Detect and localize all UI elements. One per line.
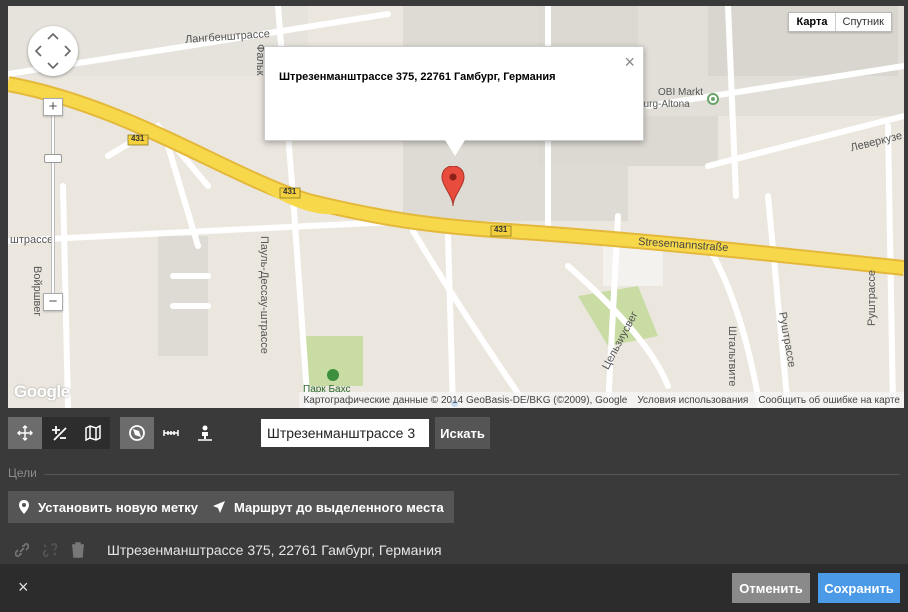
address-search-input[interactable] — [261, 419, 429, 447]
map-attribution: Картографические данные © 2014 GeoBasis-… — [299, 392, 904, 408]
navigation-arrow-icon — [213, 501, 225, 513]
compass-icon — [129, 425, 145, 441]
goals-divider — [44, 474, 900, 475]
unlink-icon — [42, 542, 58, 558]
tool-geolocate-button[interactable] — [120, 417, 154, 449]
info-window: Штрезенманштрассе 375, 22761 Гамбург, Ге… — [264, 46, 644, 156]
set-marker-label: Установить новую метку — [38, 499, 199, 515]
zoom-out-button[interactable]: − — [43, 293, 63, 311]
close-dialog-icon[interactable]: × — [18, 577, 29, 598]
move-arrows-icon — [17, 425, 33, 441]
attribution-data: Картографические данные © 2014 GeoBasis-… — [303, 394, 628, 406]
goals-section-label: Цели — [8, 466, 37, 480]
report-error-link[interactable]: Сообщить об ошибке на карте — [758, 395, 900, 406]
poi-label-obi-2: burg-Altona — [638, 99, 690, 110]
street-label-woyrsch: Войршвег — [31, 266, 43, 317]
zoom-in-button[interactable]: + — [43, 98, 63, 116]
pan-control[interactable] — [28, 26, 78, 76]
search-button[interactable]: Искать — [435, 417, 490, 449]
result-link-button[interactable] — [8, 542, 36, 558]
result-unlink-button[interactable] — [36, 542, 64, 558]
dialog-footer: × Отменить Сохранить — [0, 564, 908, 612]
google-logo: Google — [14, 382, 70, 401]
street-label-ruhr2: Руштрассе — [866, 269, 878, 326]
map-type-map-button[interactable]: Карта — [789, 13, 836, 31]
map-type-toggle: Карта Спутник — [788, 12, 892, 32]
street-label-strasse-left: штрассе — [10, 234, 54, 246]
map-type-satellite-button[interactable]: Спутник — [836, 13, 891, 31]
result-row: Штрезенманштрассе 375, 22761 Гамбург, Ге… — [8, 536, 442, 564]
pan-arrows-icon — [34, 32, 72, 70]
ruler-icon — [163, 430, 179, 436]
info-window-tail — [445, 140, 465, 156]
zoom-slider-handle[interactable] — [44, 154, 62, 163]
cancel-button[interactable]: Отменить — [732, 573, 810, 603]
tool-streetview-button[interactable] — [188, 417, 222, 449]
map-marker-pin-icon[interactable] — [441, 166, 465, 206]
route-label: Маршрут до выделенного места — [234, 499, 444, 515]
map-fold-icon — [85, 424, 101, 442]
tool-map-layer-button[interactable] — [76, 417, 110, 449]
info-window-address: Штрезенманштрассе 375, 22761 Гамбург, Ге… — [279, 71, 556, 83]
tool-measure-button[interactable] — [154, 417, 188, 449]
street-label-stahl: Штальтвите — [726, 326, 738, 387]
poi-label-obi: OBI Markt — [658, 87, 704, 98]
zoom-slider-track[interactable] — [51, 102, 55, 302]
map-view[interactable]: Лангбенштрассе Stresemannstraße 431 431 … — [8, 6, 904, 408]
save-button[interactable]: Сохранить — [818, 573, 900, 603]
road-shield-label-3: 431 — [494, 225, 508, 234]
road-shield-label-2: 431 — [283, 187, 297, 196]
terms-link[interactable]: Условия использования — [637, 395, 748, 406]
tool-pan-button[interactable] — [8, 417, 42, 449]
map-toolbar — [8, 417, 222, 449]
map-pin-icon — [19, 500, 29, 514]
set-marker-button[interactable]: Установить новую метку — [8, 491, 209, 523]
street-label-paul-dessau: Пауль-Дессау-штрассе — [258, 236, 270, 354]
info-window-close-icon[interactable]: × — [624, 53, 635, 71]
trash-icon — [72, 542, 84, 558]
tool-add-point-button[interactable] — [42, 417, 76, 449]
link-icon — [14, 542, 30, 558]
plus-minus-icon — [52, 426, 67, 441]
result-address: Штрезенманштрассе 375, 22761 Гамбург, Ге… — [107, 542, 442, 558]
pegman-icon — [198, 425, 212, 441]
road-shield-label-1: 431 — [131, 134, 145, 143]
route-to-place-button[interactable]: Маршрут до выделенного места — [202, 491, 454, 523]
result-delete-button[interactable] — [64, 542, 92, 558]
